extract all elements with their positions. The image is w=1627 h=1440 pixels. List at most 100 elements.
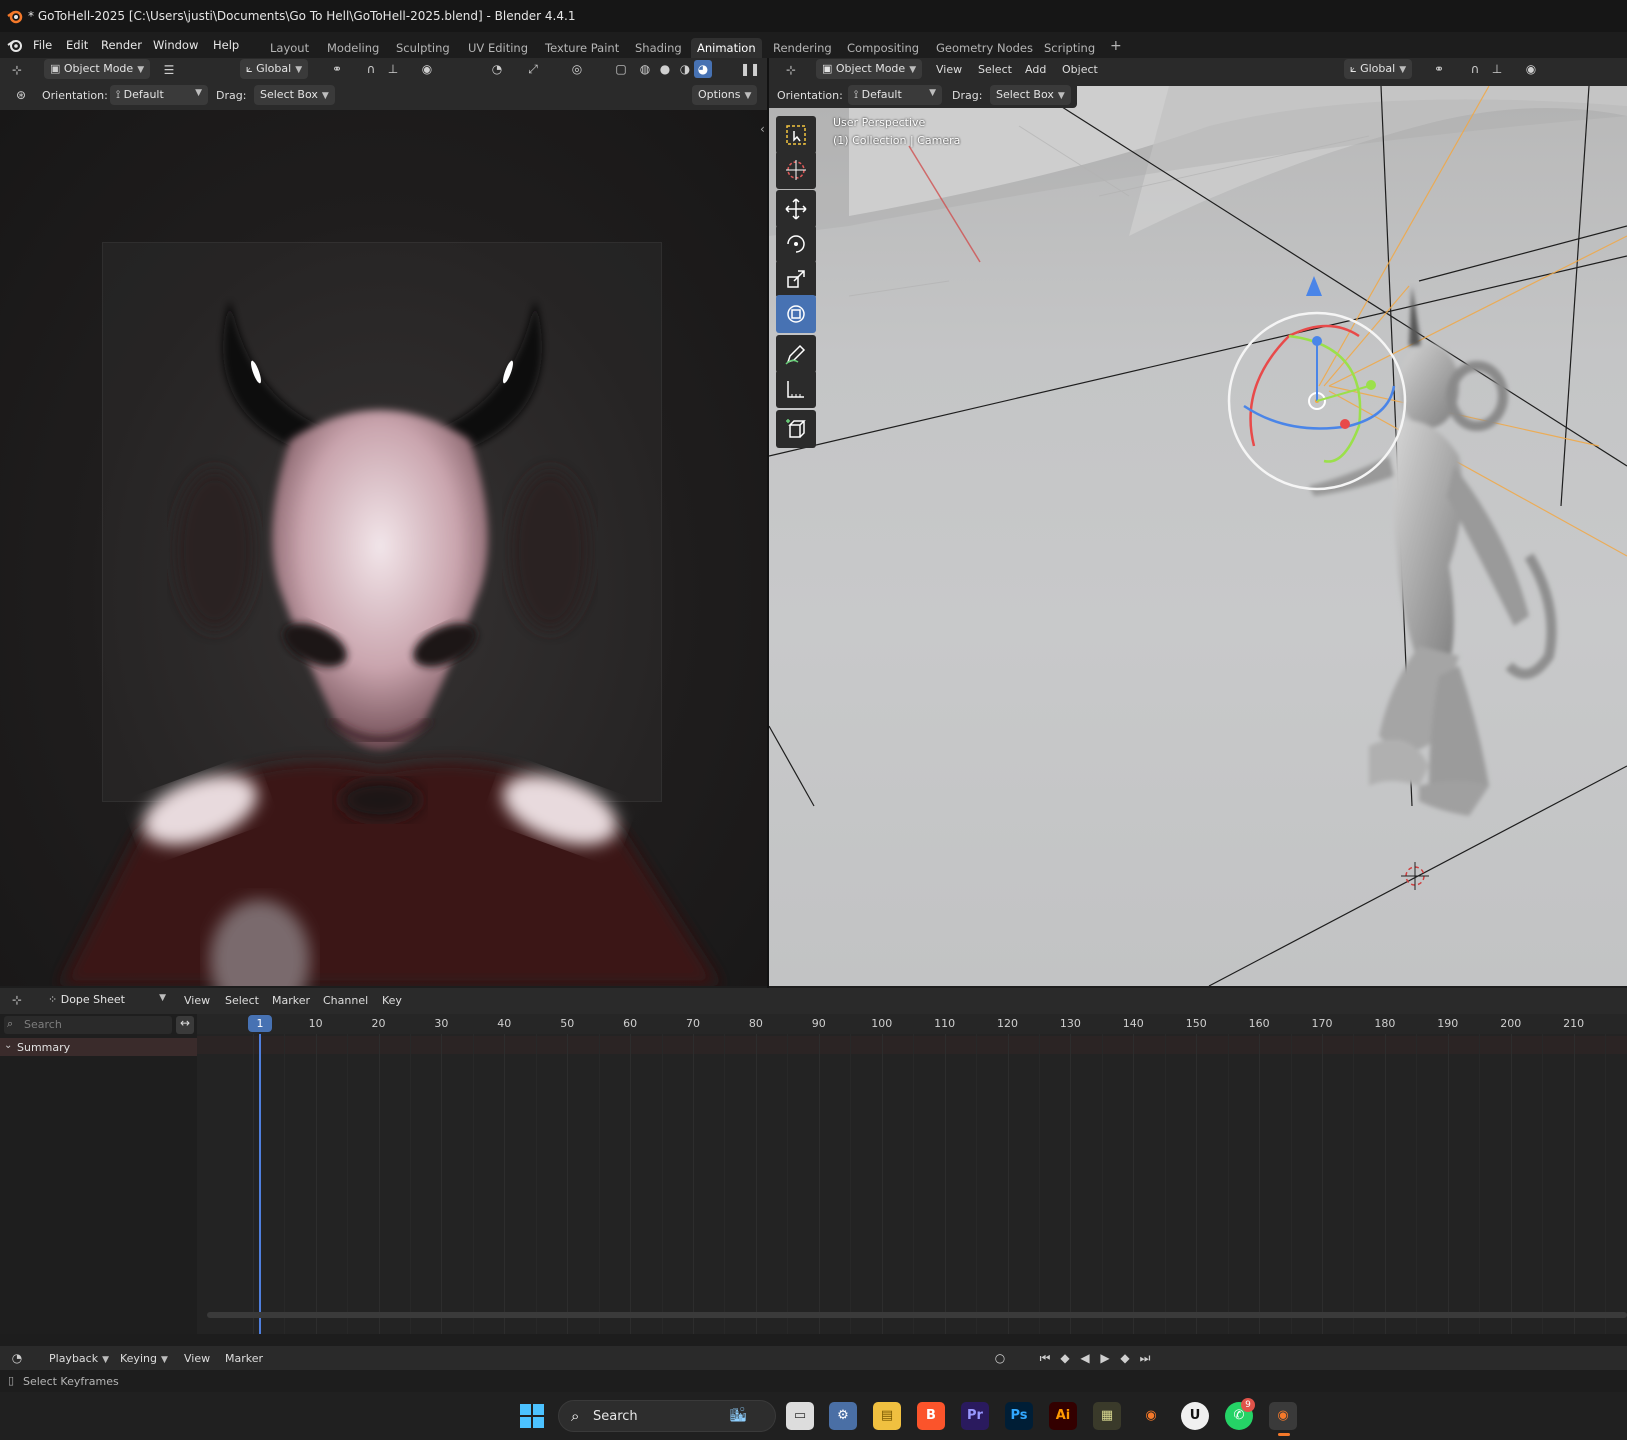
left-orientation-dropdown[interactable]: ⟟ Default ▼ [110,85,208,105]
tab-layout[interactable]: Layout [264,38,315,58]
dope-menu-select[interactable]: Select [225,994,259,1007]
dope-menu-marker[interactable]: Marker [272,994,310,1007]
snap-icon[interactable]: ∩ [1466,60,1484,78]
right-drag-dropdown[interactable]: Select Box ▼ [990,85,1071,105]
premiere-pro-icon[interactable]: Pr [961,1402,989,1430]
tool-rotate[interactable] [776,225,816,263]
snap-target-icon[interactable]: ⊥ [1488,60,1506,78]
collapse-panel-icon[interactable]: ‹ [760,122,765,136]
dope-menu-channel[interactable]: Channel [323,994,368,1007]
tool-transform[interactable] [776,295,816,333]
dope-menu-view[interactable]: View [184,994,210,1007]
record-icon[interactable]: ○ [991,1349,1009,1367]
tab-rendering[interactable]: Rendering [767,38,838,58]
horizontal-scrollbar[interactable] [207,1312,1627,1318]
snap-icon[interactable]: ∩ [362,60,380,78]
timeline-editor-type-icon[interactable]: ◔ [8,1349,26,1367]
tool-select-box[interactable] [776,116,816,154]
jump-end-icon[interactable]: ⏭ [1136,1349,1154,1367]
tool-scale[interactable] [776,260,816,298]
pivot-icon[interactable]: ⚭ [328,60,346,78]
tab-texture-paint[interactable]: Texture Paint [539,38,625,58]
timeline-menu-playback[interactable]: Playback ▼ [49,1352,109,1365]
prev-keyframe-icon[interactable]: ◆ [1056,1349,1074,1367]
right-orientation-dropdown[interactable]: ⟟ Default ▼ [848,85,942,105]
channel-search-field[interactable]: ⌕ Search [4,1016,172,1034]
tool-annotate[interactable] [776,335,816,373]
proportional-edit-icon[interactable]: ◉ [418,60,436,78]
overlay-icon[interactable]: ◎ [568,60,586,78]
brave-browser-icon[interactable]: B [917,1402,945,1430]
timeline-menu-marker[interactable]: Marker [225,1352,263,1365]
left-drag-dropdown[interactable]: Select Box ▼ [254,85,335,105]
play-icon[interactable]: ▶ [1096,1349,1114,1367]
blender-active-icon[interactable]: ◉ [1269,1402,1297,1430]
hamburger-menu-icon[interactable]: ☰ [160,61,178,79]
next-keyframe-icon[interactable]: ◆ [1116,1349,1134,1367]
select-tool-icon[interactable]: ⊛ [12,86,30,104]
tool-move[interactable] [776,190,816,228]
dope-editor-type-icon[interactable]: ⊹ [8,991,26,1009]
right-menu-object[interactable]: Object [1062,63,1098,76]
left-transform-orientation[interactable]: ⟀ Global ▼ [240,59,309,79]
dope-sheet-timeline[interactable]: 10 20 30 40 50 60 70 80 90 100 110 120 130 140 150 160 1… [197,1014,1627,1334]
tab-compositing[interactable]: Compositing [841,38,925,58]
dope-mode-dropdown[interactable]: ⁘ Dope Sheet ▼ [44,990,170,1010]
editor-type-icon[interactable]: ⊹ [8,61,26,79]
menu-window[interactable]: Window [150,37,201,53]
right-viewport-3d[interactable]: User Perspective (1) Collection | Camera [769,86,1627,986]
timeline-menu-view[interactable]: View [184,1352,210,1365]
photoshop-icon[interactable]: Ps [1005,1402,1033,1430]
left-viewport-render[interactable]: ‹ [0,110,767,986]
play-reverse-icon[interactable]: ◀ [1076,1349,1094,1367]
current-frame-indicator[interactable]: 1 [248,1015,272,1032]
tab-geometry-nodes[interactable]: Geometry Nodes [930,38,1039,58]
tab-shading[interactable]: Shading [629,38,688,58]
gizmo-icon[interactable]: ⤢ [524,60,542,78]
menu-help[interactable]: Help [210,37,242,53]
add-workspace-button[interactable]: + [1104,38,1128,58]
right-mode-dropdown[interactable]: ▣ Object Mode ▼ [816,59,923,79]
tab-uv-editing[interactable]: UV Editing [462,38,534,58]
illustrator-icon[interactable]: Ai [1049,1402,1077,1430]
right-menu-add[interactable]: Add [1025,63,1046,76]
snap-target-icon[interactable]: ⊥ [384,60,402,78]
tab-sculpting[interactable]: Sculpting [390,38,456,58]
left-mode-dropdown[interactable]: ▣ Object Mode ▼ [44,59,151,79]
tool-measure[interactable] [776,370,816,408]
swap-arrows-icon[interactable]: ↔ [176,1016,194,1034]
right-menu-view[interactable]: View [936,63,962,76]
tab-modeling[interactable]: Modeling [321,38,385,58]
xray-icon[interactable]: ▢ [612,60,630,78]
frame-ruler[interactable]: 10 20 30 40 50 60 70 80 90 100 110 120 130 140 150 160 1… [197,1014,1627,1034]
material-shading-icon[interactable]: ◑ [676,60,694,78]
tab-animation[interactable]: Animation [691,38,762,58]
right-menu-select[interactable]: Select [978,63,1012,76]
menu-render[interactable]: Render [98,37,145,53]
rendered-shading-icon[interactable]: ◕ [694,60,712,78]
expand-chevron-icon[interactable]: ⌄ [4,1040,12,1051]
settings-gear-icon[interactable]: ⚙ [829,1402,857,1430]
right-editor-type-icon[interactable]: ⊹ [782,61,800,79]
menu-edit[interactable]: Edit [63,37,91,53]
summary-channel[interactable]: ⌄ Summary [0,1038,197,1056]
pivot-icon[interactable]: ⚭ [1430,60,1448,78]
file-explorer-icon[interactable]: ▤ [873,1402,901,1430]
tool-cursor[interactable] [776,151,816,189]
tab-scripting[interactable]: Scripting [1038,38,1101,58]
dope-menu-key[interactable]: Key [382,994,402,1007]
right-transform-orientation[interactable]: ⟀ Global ▼ [1344,59,1413,79]
jump-start-icon[interactable]: ⏮ [1036,1349,1054,1367]
pause-render-icon[interactable]: ❚❚ [740,60,760,78]
blender-taskbar-icon[interactable]: ◉ [1137,1402,1165,1430]
menu-file[interactable]: File [30,37,55,53]
tool-add-cube[interactable] [776,410,816,448]
playhead-line[interactable] [259,1034,261,1334]
blender-menu-icon[interactable] [6,36,24,54]
task-view-icon[interactable]: ▭ [786,1402,814,1430]
solid-shading-icon[interactable]: ● [656,60,674,78]
windows-start-icon[interactable] [520,1404,544,1428]
visibility-icon[interactable]: ◔ [488,60,506,78]
options-dropdown[interactable]: Options ▼ [692,85,758,105]
app-grid-icon[interactable]: ▦ [1093,1402,1121,1430]
